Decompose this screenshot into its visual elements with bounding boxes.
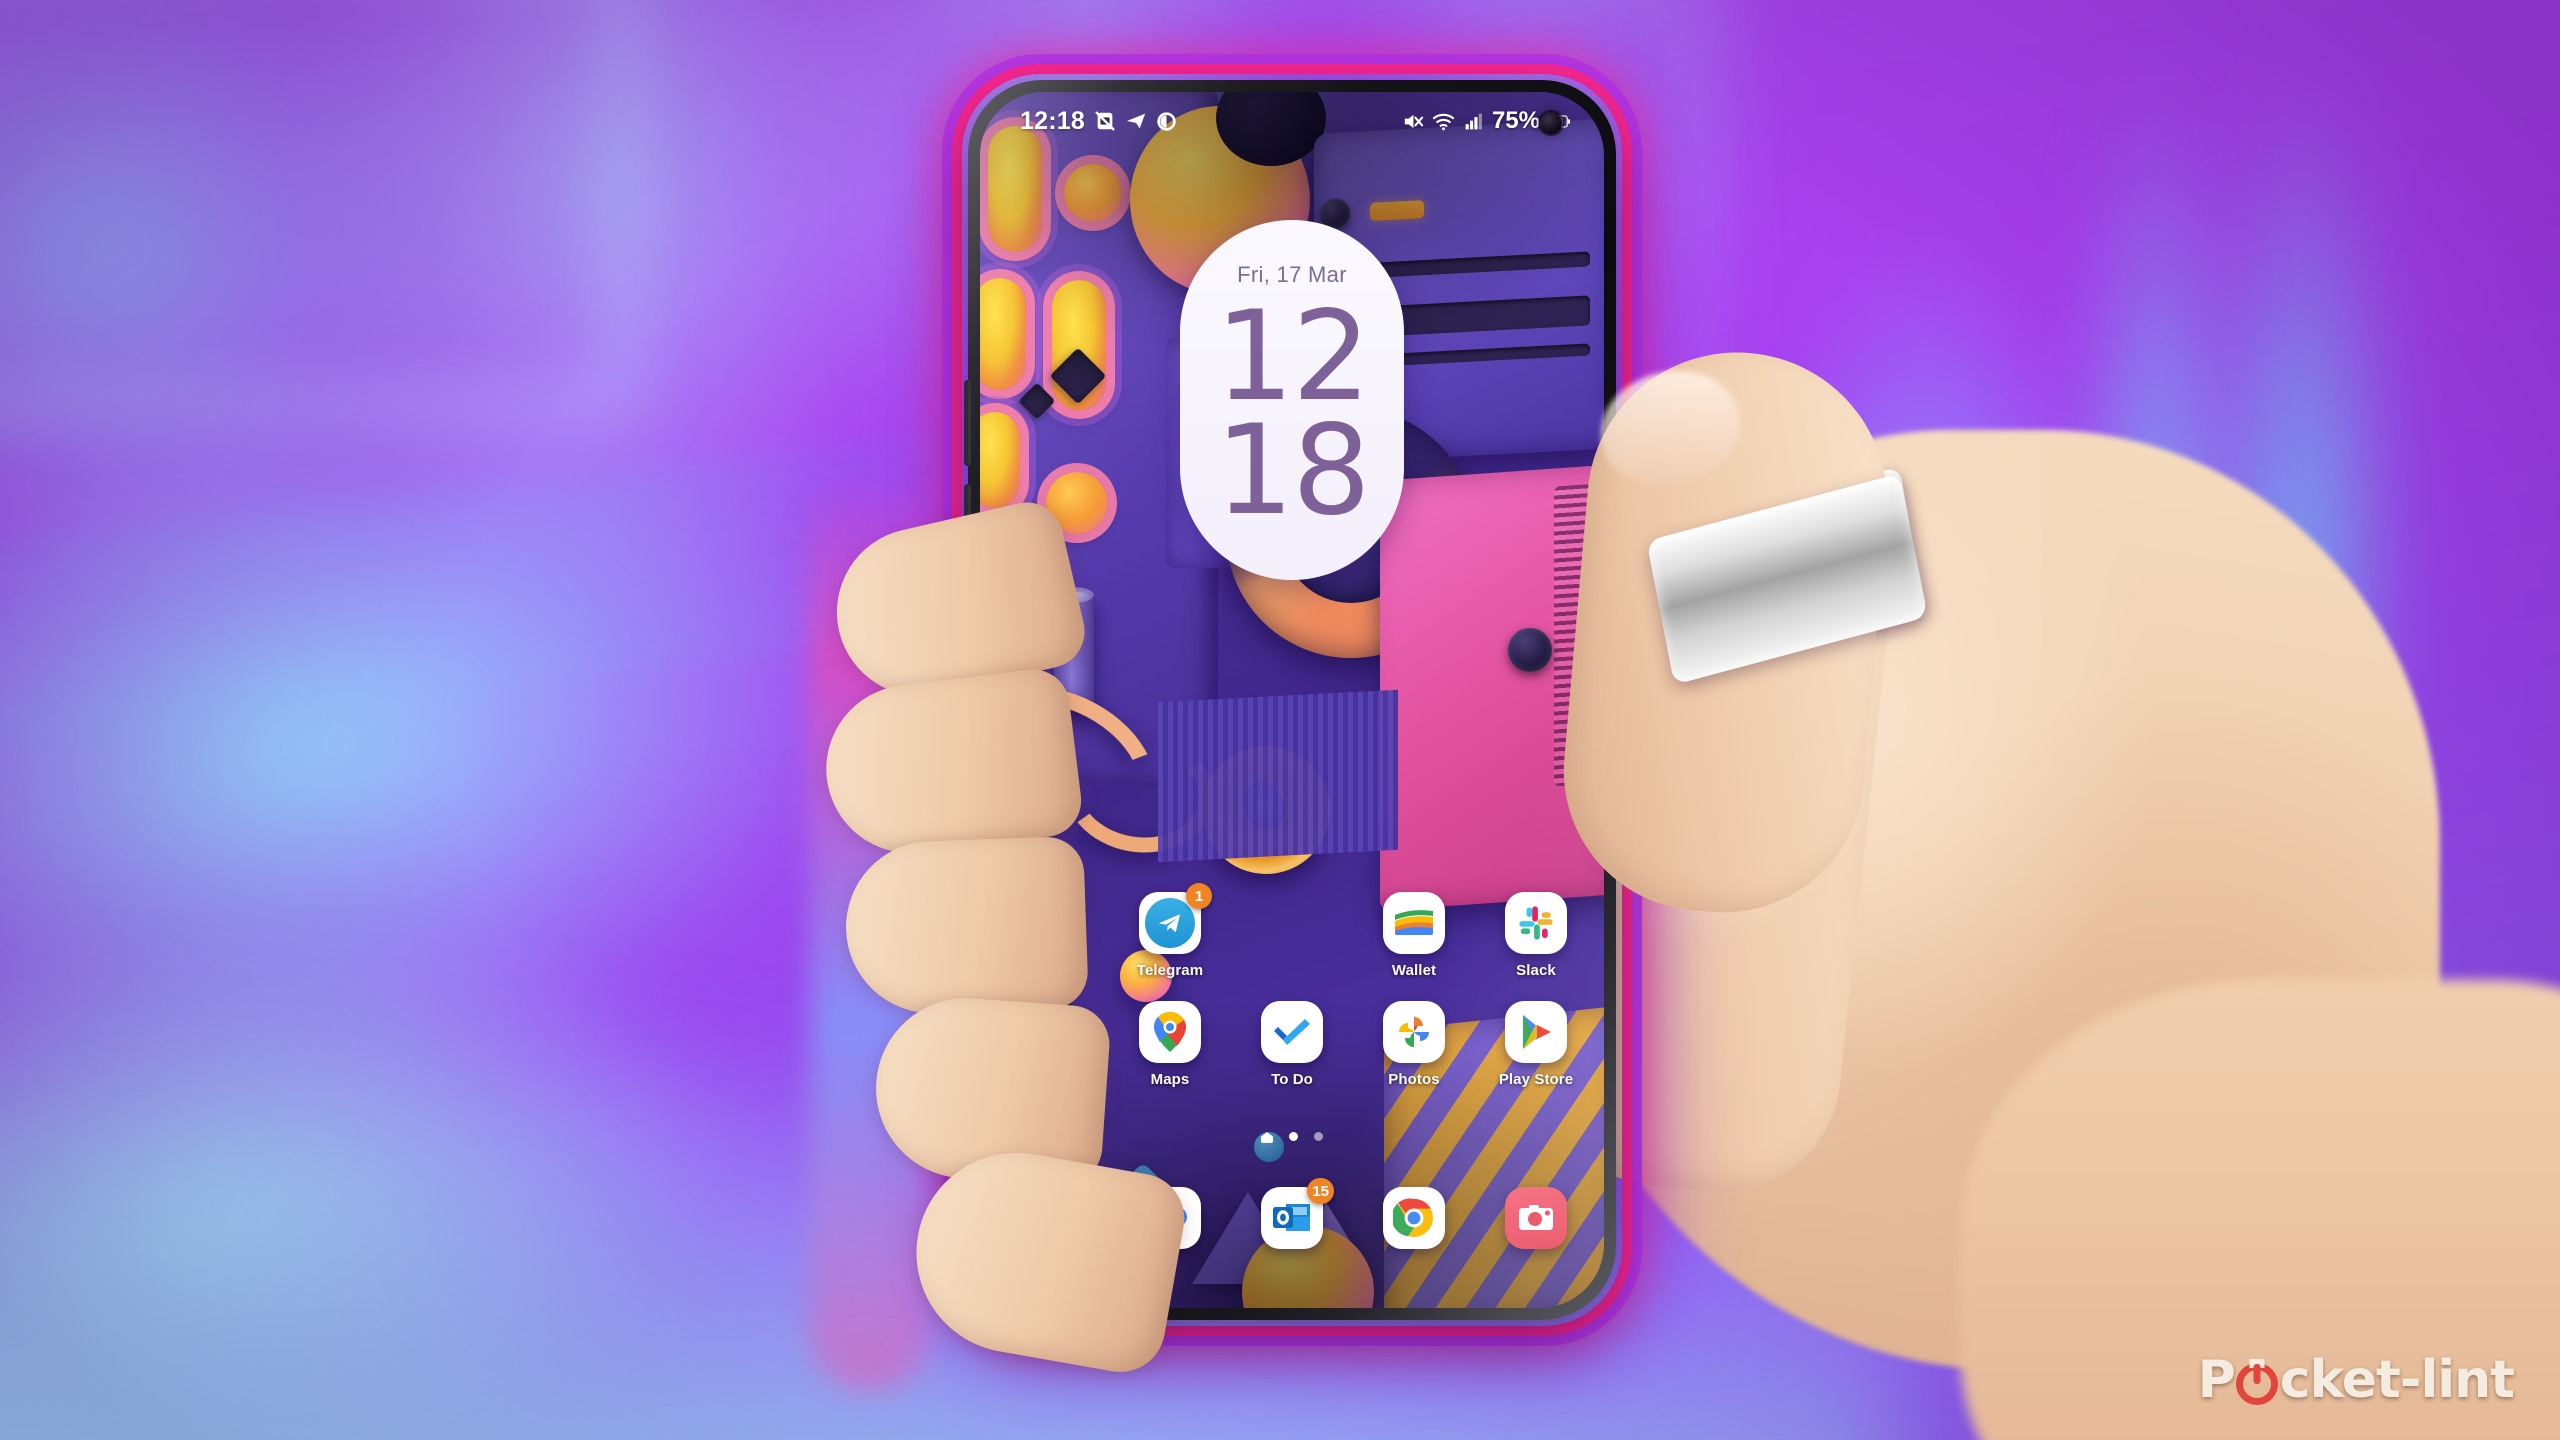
signal-icon: [1463, 111, 1484, 132]
app-play-store[interactable]: Play Store: [1484, 1001, 1588, 1088]
power-button-icon: [2235, 1363, 2278, 1405]
app-label: Telegram: [1136, 962, 1204, 979]
mute-icon: [1401, 110, 1424, 133]
no-sim-icon: [1094, 110, 1116, 132]
status-bar-clock: 12:18: [1020, 106, 1085, 135]
messenger-notification-icon: [1156, 111, 1177, 132]
clock-widget[interactable]: Fri, 17 Mar 12 18: [1180, 220, 1404, 580]
to-do-icon: [1261, 1001, 1323, 1063]
app-maps[interactable]: Maps: [1118, 1001, 1222, 1088]
chrome-icon: [1383, 1187, 1445, 1249]
app-label: Play Store: [1498, 1071, 1574, 1088]
watermark: P cket-lint: [2197, 1350, 2515, 1410]
photos-icon: [1383, 1001, 1445, 1063]
wifi-icon: [1432, 110, 1455, 133]
dock-camera[interactable]: Camera: [1484, 1187, 1588, 1274]
clock-hours: 12: [1215, 285, 1371, 429]
app-label: Photos: [1388, 1071, 1440, 1088]
watermark-text-p: P: [2197, 1350, 2236, 1410]
telegram-circle: [1145, 898, 1195, 948]
app-to-do[interactable]: To Do: [1240, 1001, 1344, 1088]
finger-ring: [843, 835, 1089, 1017]
status-bar-left: 12:18: [1020, 107, 1177, 136]
screenshot-stage: 12:18 75% Fri, 17 Mar 12 18 1 Telegram W…: [0, 0, 2560, 1440]
app-telegram[interactable]: 1 Telegram: [1118, 883, 1222, 979]
slack-icon: [1505, 892, 1567, 954]
page-dot-active[interactable]: [1289, 1132, 1298, 1141]
dock-chrome[interactable]: Chrome: [1362, 1187, 1466, 1274]
notification-badge: 15: [1307, 1178, 1334, 1204]
play-store-icon: [1505, 1001, 1567, 1063]
camera-icon: [1505, 1187, 1567, 1249]
app-wallet[interactable]: Wallet: [1362, 892, 1466, 979]
battery-percentage: 75%: [1491, 107, 1540, 134]
wallet-icon: [1383, 892, 1445, 954]
watermark-text-rest: cket-lint: [2279, 1350, 2515, 1410]
notification-badge: 1: [1186, 883, 1212, 909]
volume-up-button[interactable]: [964, 380, 971, 466]
clock-minutes: 18: [1215, 399, 1371, 544]
app-label: To Do: [1271, 1071, 1313, 1088]
app-slack[interactable]: Slack: [1484, 892, 1588, 979]
dock-outlook[interactable]: 15 Outlook: [1240, 1178, 1344, 1274]
telegram-icon: 1: [1139, 883, 1212, 954]
outlook-icon: 15: [1261, 1178, 1334, 1249]
punch-hole-camera: [1540, 112, 1562, 134]
app-label: Wallet: [1391, 962, 1437, 979]
app-photos[interactable]: Photos: [1362, 1001, 1466, 1088]
app-label: Maps: [1150, 1071, 1190, 1088]
app-label: Slack: [1516, 962, 1556, 979]
page-dot-3[interactable]: [1314, 1132, 1323, 1141]
status-bar: 12:18 75%: [980, 92, 1604, 150]
maps-icon: [1139, 1001, 1201, 1063]
telegram-notification-icon: [1125, 110, 1147, 132]
page-dot-home[interactable]: [1261, 1132, 1273, 1143]
